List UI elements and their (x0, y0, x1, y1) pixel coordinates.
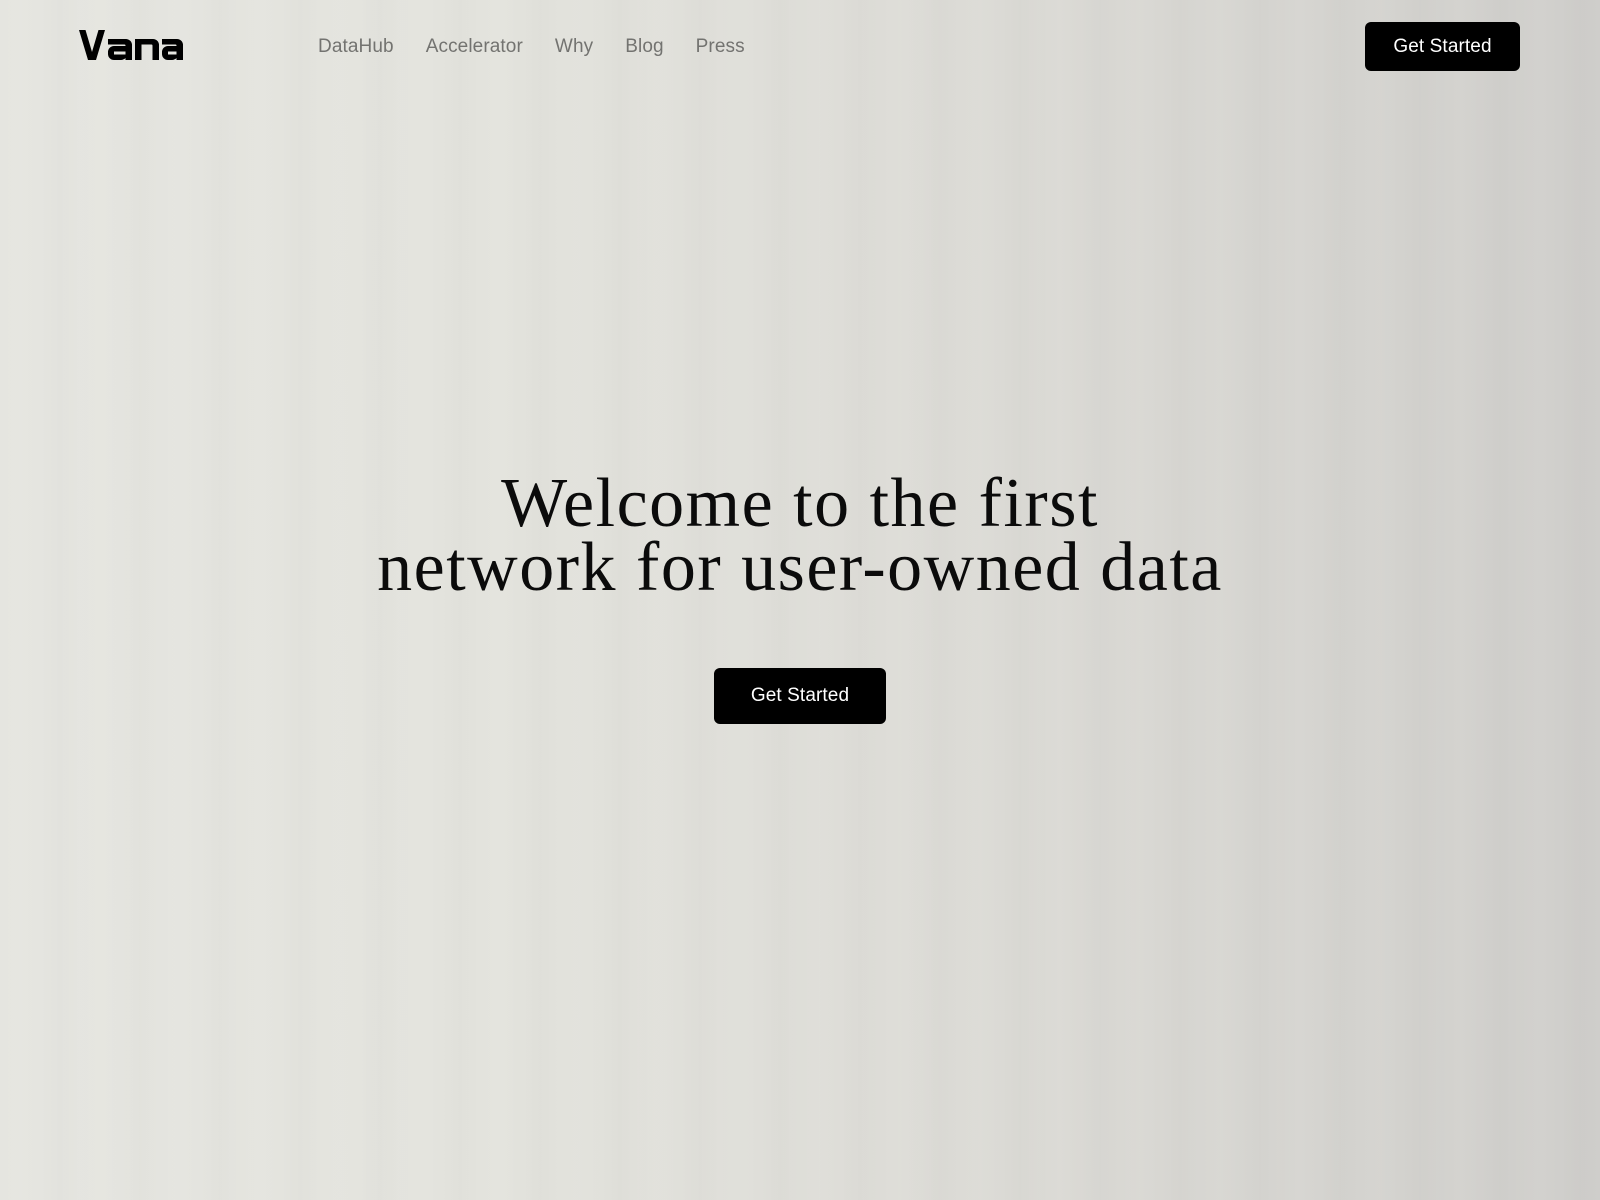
nav-link-accelerator[interactable]: Accelerator (426, 34, 523, 60)
hero-title-line-2: network for user-owned data (377, 529, 1223, 606)
vana-logo[interactable] (79, 28, 183, 62)
vana-wordmark-icon (79, 30, 183, 60)
nav-link-press[interactable]: Press (696, 34, 745, 60)
hero-heading-wrapper: Welcome to the first network for user-ow… (0, 465, 1600, 606)
top-navigation: DataHub Accelerator Why Blog Press Get S… (0, 0, 1600, 94)
nav-link-blog[interactable]: Blog (625, 34, 663, 60)
nav-get-started-button[interactable]: Get Started (1365, 22, 1520, 71)
hero-title-line-1: Welcome to the first (501, 465, 1099, 542)
primary-nav: DataHub Accelerator Why Blog Press (318, 34, 777, 60)
nav-link-datahub[interactable]: DataHub (318, 34, 394, 60)
hero-title: Welcome to the first network for user-ow… (0, 465, 1600, 606)
nav-link-why[interactable]: Why (555, 34, 593, 60)
hero-get-started-button[interactable]: Get Started (714, 668, 886, 724)
